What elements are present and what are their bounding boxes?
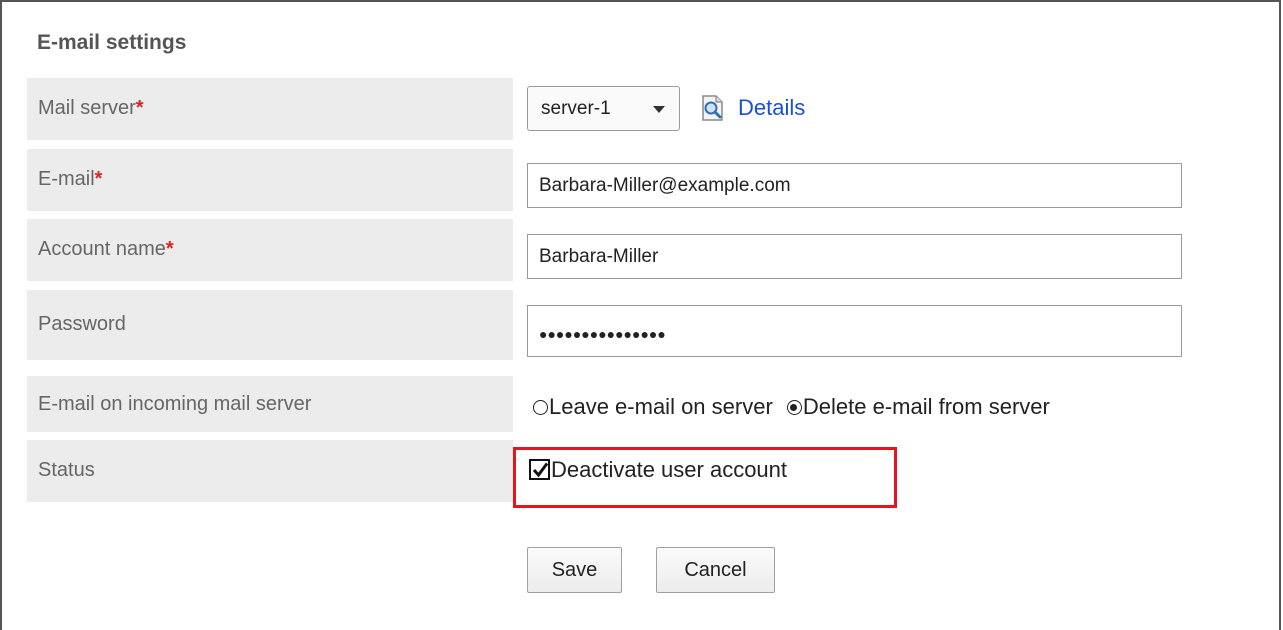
- account-name-field-value: Barbara-Miller: [539, 246, 659, 267]
- mail-server-label: Mail server*: [27, 78, 513, 140]
- checkmark-icon: [532, 462, 549, 478]
- password-label-text: Password: [38, 313, 126, 335]
- radio-delete-from-server[interactable]: Delete e-mail from server: [786, 394, 1050, 419]
- caret-down-icon: [653, 106, 665, 113]
- email-label: E-mail*: [27, 149, 513, 211]
- incoming-label: E-mail on incoming mail server: [27, 376, 513, 432]
- password-label: Password: [27, 290, 513, 360]
- deactivate-checkbox-row[interactable]: Deactivate user account: [529, 457, 787, 483]
- mail-server-selected: server-1: [541, 98, 611, 119]
- deactivate-checkbox-label[interactable]: Deactivate user account: [551, 457, 787, 482]
- required-mark: *: [135, 97, 144, 119]
- radio-checked-icon[interactable]: [786, 400, 802, 415]
- mail-server-label-text: Mail server: [38, 97, 136, 119]
- status-label: Status: [27, 440, 513, 502]
- save-button[interactable]: Save: [527, 547, 622, 593]
- email-field[interactable]: Barbara-Miller@example.com: [527, 163, 1182, 208]
- account-name-label: Account name*: [27, 219, 513, 281]
- required-mark: *: [165, 238, 174, 260]
- required-mark: *: [94, 168, 103, 190]
- radio-delete-label[interactable]: Delete e-mail from server: [803, 394, 1050, 419]
- details-link[interactable]: Details: [738, 95, 805, 121]
- email-label-text: E-mail: [38, 168, 95, 190]
- radio-leave-on-server[interactable]: Leave e-mail on server: [533, 394, 773, 419]
- radio-leave-label[interactable]: Leave e-mail on server: [549, 394, 773, 419]
- incoming-label-text: E-mail on incoming mail server: [38, 393, 312, 415]
- mail-server-select[interactable]: server-1: [527, 86, 680, 131]
- section-title: E-mail settings: [37, 31, 187, 54]
- status-label-text: Status: [38, 459, 95, 481]
- account-name-field[interactable]: Barbara-Miller: [527, 234, 1182, 279]
- magnifier-document-icon[interactable]: [700, 94, 726, 122]
- incoming-radio-group: Leave e-mail on server Delete e-mail fro…: [533, 394, 1050, 420]
- password-field-value: ●●●●●●●●●●●●●●●: [539, 326, 666, 342]
- cancel-button[interactable]: Cancel: [656, 547, 775, 593]
- radio-unchecked-icon[interactable]: [533, 400, 548, 415]
- password-field[interactable]: ●●●●●●●●●●●●●●●: [527, 305, 1182, 357]
- deactivate-checkbox[interactable]: [529, 459, 550, 480]
- account-name-label-text: Account name: [38, 238, 166, 260]
- email-field-value: Barbara-Miller@example.com: [539, 175, 791, 196]
